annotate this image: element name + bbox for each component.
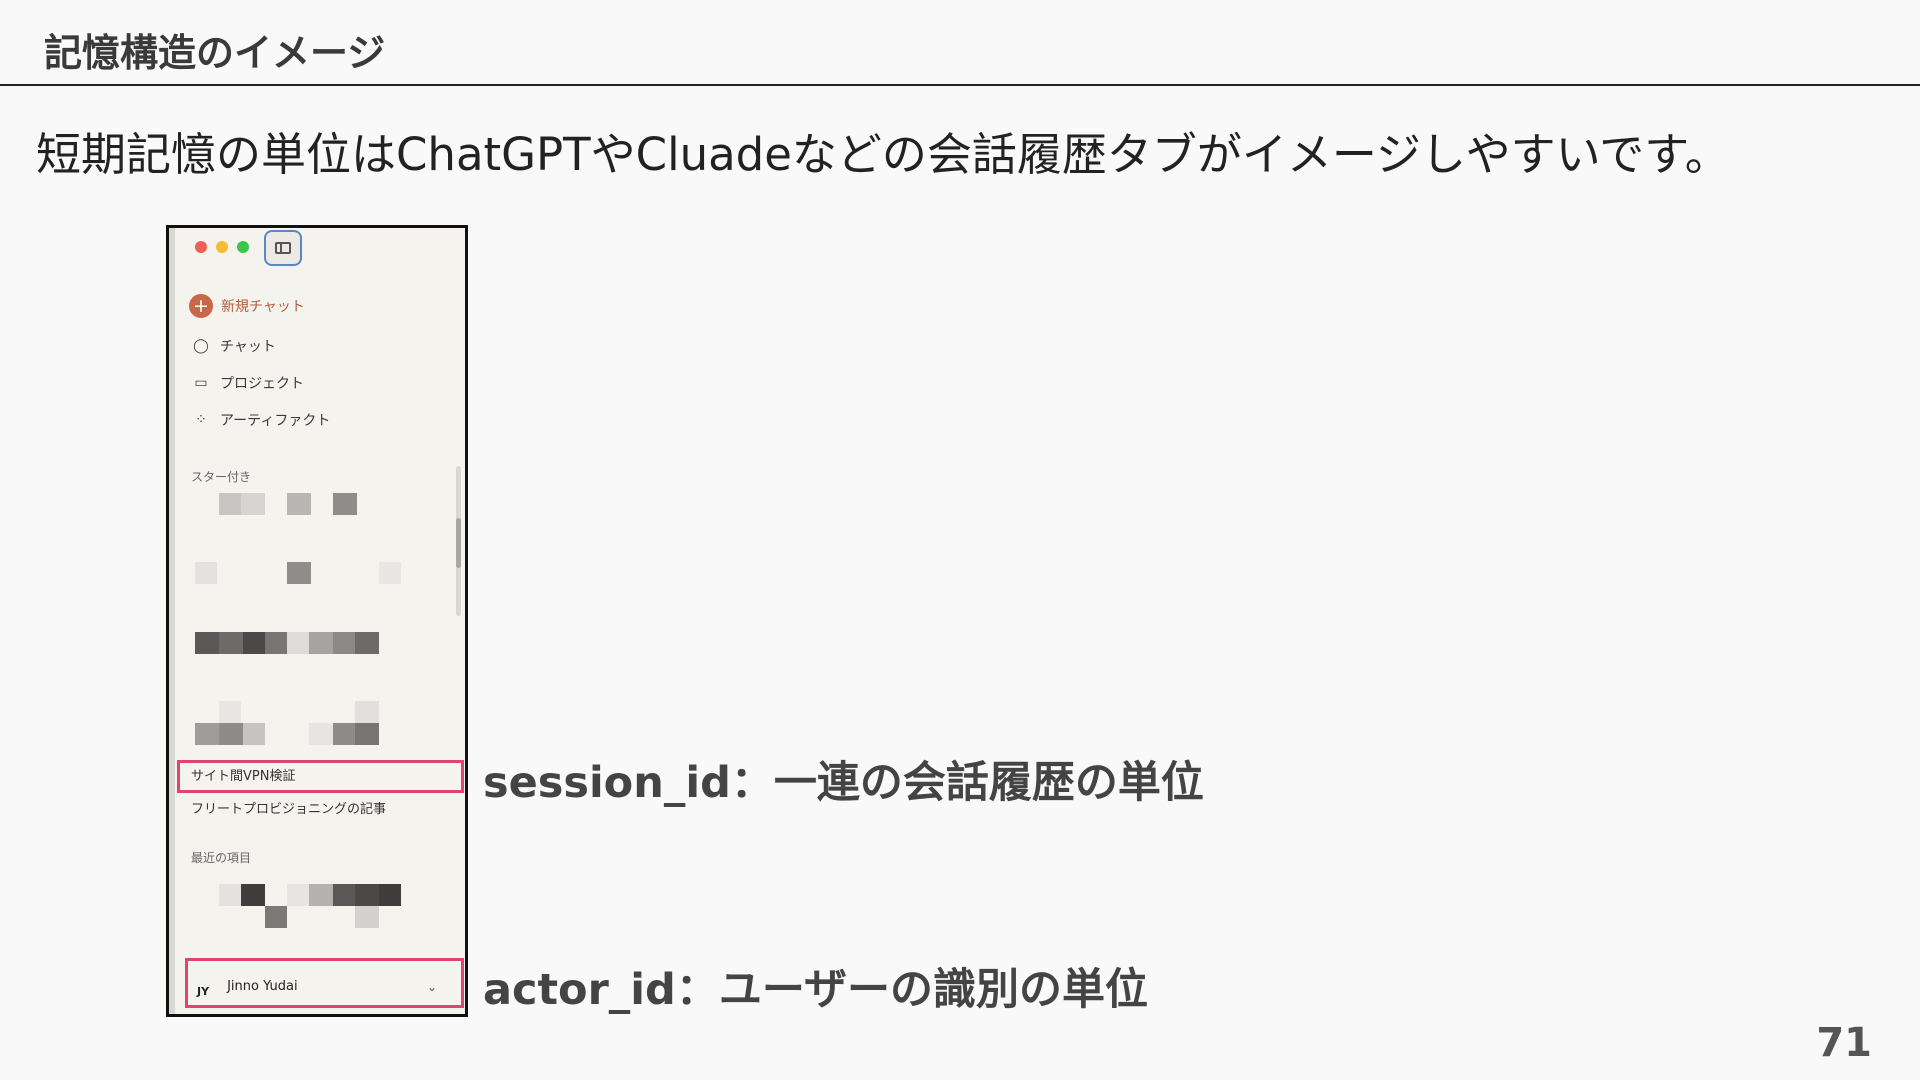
nav-item-label: チャット: [220, 339, 276, 355]
chevron-down-icon[interactable]: ⌄: [427, 980, 437, 994]
user-name: Jinno Yudai: [227, 979, 298, 994]
nav-item-chat[interactable]: ◯ チャット: [192, 336, 276, 356]
nav-item-artifact[interactable]: ⁘ アーティファクト: [192, 410, 330, 430]
nav-item-label: アーティファクト: [220, 413, 331, 429]
window-controls: [195, 241, 249, 253]
new-chat-label: 新規チャット: [221, 299, 305, 315]
project-icon: ▭: [194, 375, 208, 391]
nav-item-project[interactable]: ▭ プロジェクト: [192, 373, 304, 393]
slide-title: 記憶構造のイメージ: [44, 31, 386, 75]
new-chat-button[interactable]: + 新規チャット: [189, 294, 305, 318]
session-id-annotation: session_id：一連の会話履歴の単位: [483, 758, 1204, 808]
sidebar-edge: [169, 228, 175, 1014]
title-divider: [0, 84, 1920, 86]
conversation-item-vpn[interactable]: サイト間VPN検証: [191, 765, 295, 784]
actor-id-annotation: actor_id：ユーザーの識別の単位: [483, 965, 1148, 1015]
close-window-button[interactable]: [195, 241, 207, 253]
recent-section-label: 最近の項目: [191, 851, 252, 865]
sidebar-toggle-icon: [275, 242, 291, 254]
avatar: JY: [197, 985, 210, 998]
user-account-button[interactable]: JY Jinno Yudai: [197, 975, 298, 998]
page-number: 71: [1816, 1020, 1872, 1066]
app-sidebar-screenshot: + 新規チャット ◯ チャット ▭ プロジェクト ⁘ アーティファクト スター付…: [166, 225, 468, 1017]
scrollbar-thumb[interactable]: [456, 518, 461, 568]
slide-body-text: 短期記憶の単位はChatGPTやCluadeなどの会話履歴タブがイメージしやすい…: [36, 128, 1730, 181]
conversation-item-fleet[interactable]: フリートプロビジョニングの記事: [191, 798, 386, 817]
sidebar-toggle-button[interactable]: [264, 230, 302, 266]
artifact-icon: ⁘: [195, 412, 207, 428]
plus-icon: +: [189, 294, 213, 318]
minimize-window-button[interactable]: [216, 241, 228, 253]
chat-icon: ◯: [193, 338, 209, 354]
nav-item-label: プロジェクト: [220, 376, 304, 392]
starred-section-label: スター付き: [191, 470, 252, 484]
maximize-window-button[interactable]: [237, 241, 249, 253]
